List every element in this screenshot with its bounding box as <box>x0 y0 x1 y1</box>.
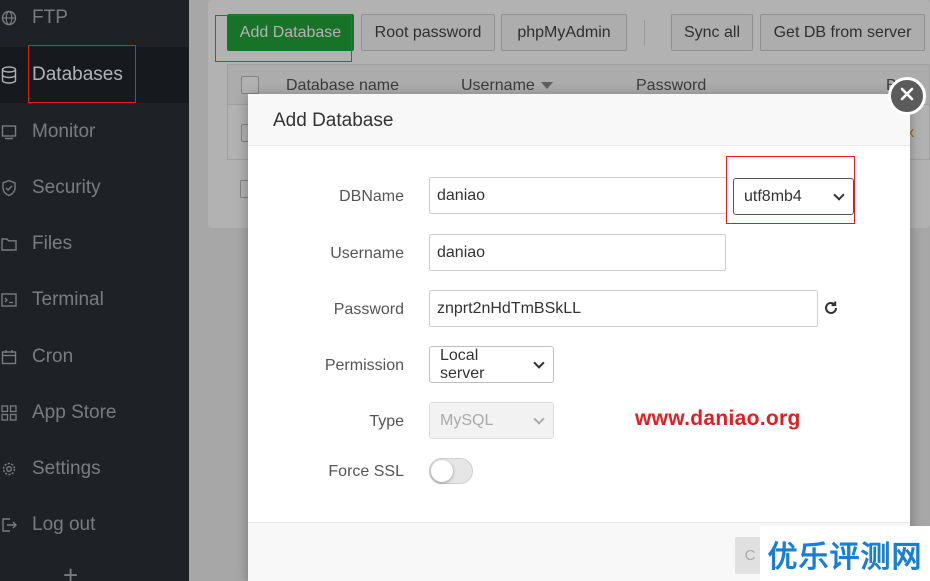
type-select-value: MySQL <box>440 411 494 429</box>
dialog-header: Add Database <box>248 94 910 146</box>
permission-label: Permission <box>324 357 404 374</box>
username-label: Username <box>330 245 404 262</box>
site-watermark: www.daniao.org <box>635 407 801 430</box>
toggle-knob <box>431 460 453 482</box>
charset-select-value: utf8mb4 <box>744 187 802 205</box>
dbname-label: DBName <box>339 188 404 205</box>
refresh-icon[interactable] <box>822 299 840 317</box>
username-input[interactable]: daniao <box>429 234 726 271</box>
close-icon <box>900 87 914 106</box>
chevron-down-icon <box>533 412 545 425</box>
permission-select-value: Local server <box>440 346 485 382</box>
close-dialog-button[interactable] <box>888 77 926 115</box>
type-label: Type <box>369 413 404 430</box>
charset-select[interactable]: utf8mb4 <box>733 178 854 215</box>
password-label: Password <box>333 301 404 318</box>
type-select[interactable]: MySQL <box>429 402 554 439</box>
dbname-input[interactable]: daniao <box>429 177 727 214</box>
password-input[interactable]: znprt2nHdTmBSkLL <box>429 290 818 327</box>
chevron-down-icon <box>533 356 545 369</box>
force-ssl-toggle[interactable] <box>429 458 473 484</box>
corner-brand-text: 优乐评测网 <box>767 539 923 575</box>
chevron-down-icon <box>833 188 845 201</box>
dialog-title: Add Database <box>273 110 394 131</box>
corner-brand-logo: 优乐评测网 <box>760 526 930 581</box>
add-database-dialog: Add Database DBName daniao utf8mb4 Usern… <box>248 94 910 581</box>
permission-select[interactable]: Local server <box>429 346 554 383</box>
force-ssl-label: Force SSL <box>328 463 404 480</box>
